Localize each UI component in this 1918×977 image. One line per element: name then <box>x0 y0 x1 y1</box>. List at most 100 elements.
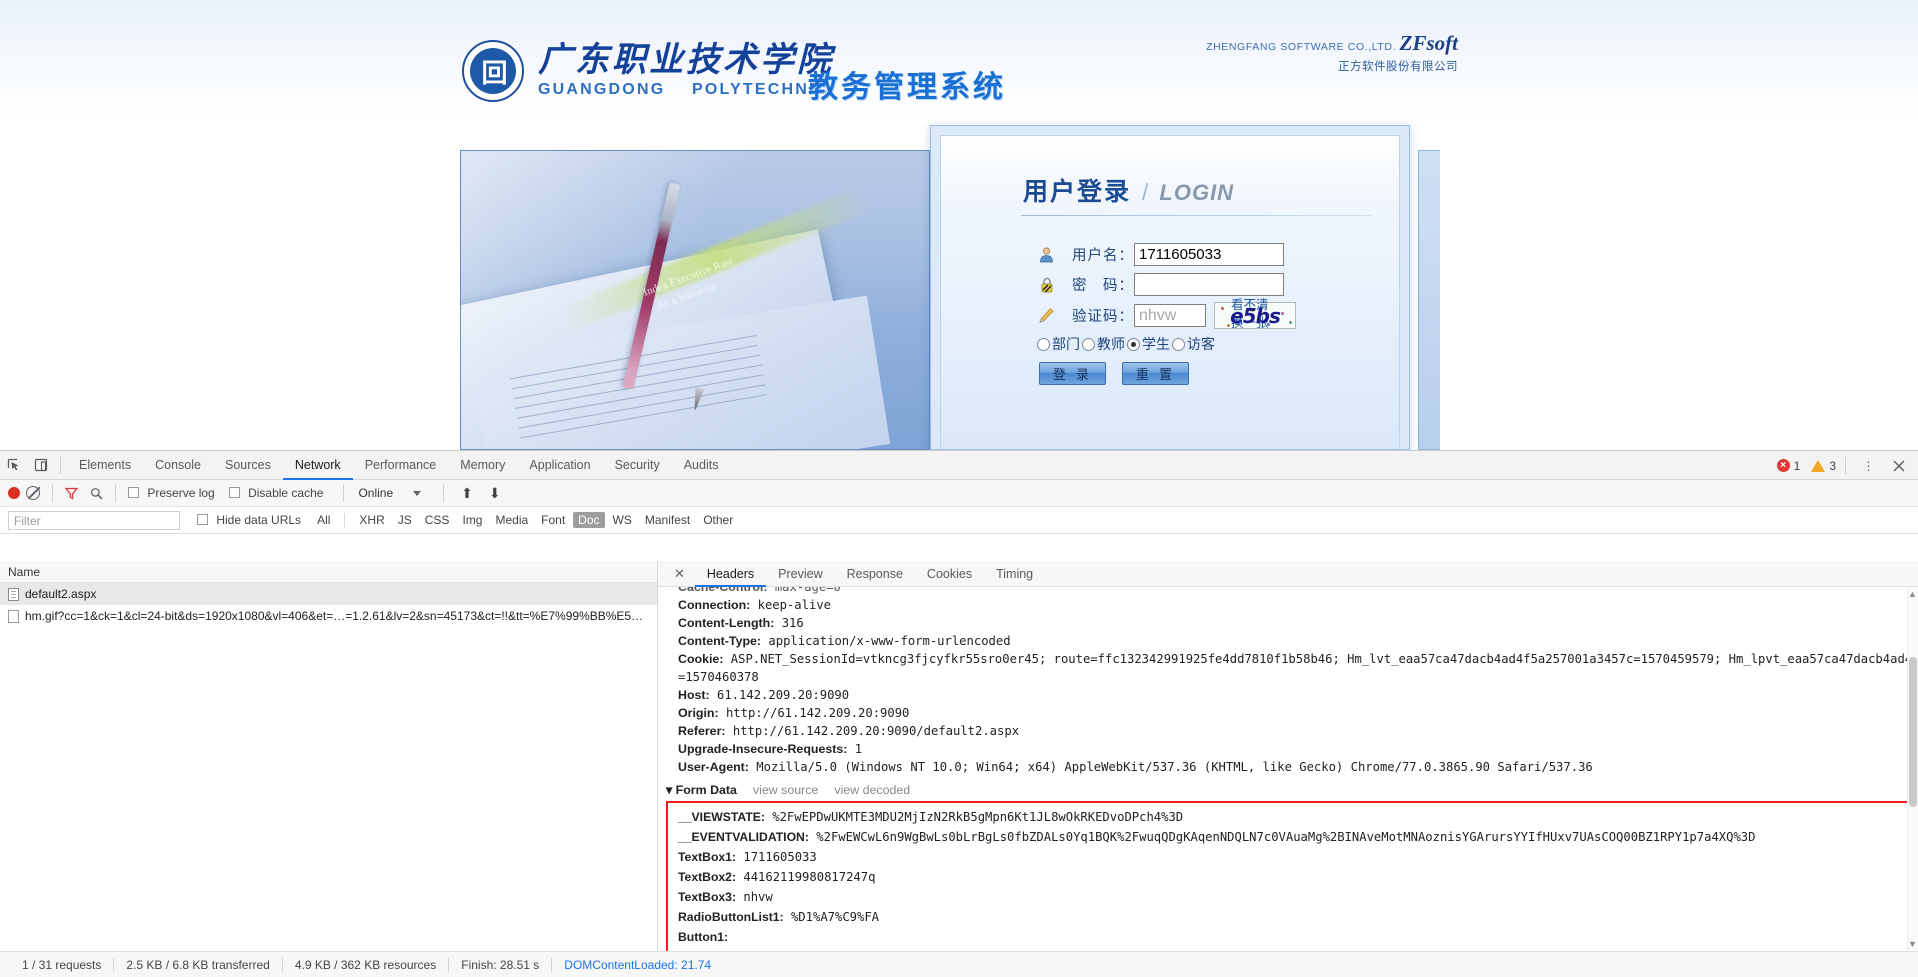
captcha-input[interactable]: nhvw <box>1134 304 1206 327</box>
detail-tab-headers[interactable]: Headers <box>694 561 767 587</box>
scroll-up-icon[interactable]: ▲ <box>1908 589 1917 599</box>
view-decoded-link[interactable]: view decoded <box>834 783 910 797</box>
error-count-badge[interactable]: × 1 <box>1776 459 1800 473</box>
tab-elements[interactable]: Elements <box>67 451 143 480</box>
header-line: Content-Length: 316 <box>658 614 1918 632</box>
clear-network-log-icon[interactable] <box>26 486 40 500</box>
table-row[interactable]: default2.aspx <box>0 583 657 605</box>
network-filter-bar: Filter Hide data URLs All XHR JS CSS Img… <box>0 507 1918 534</box>
network-status-bar: 1 / 31 requests 2.5 KB / 6.8 KB transfer… <box>0 951 1918 977</box>
chevron-down-icon[interactable] <box>413 490 422 496</box>
form-data-key: TextBox3: <box>678 890 737 904</box>
header-line: Upgrade-Insecure-Requests: 1 <box>658 740 1918 758</box>
view-source-link[interactable]: view source <box>753 783 818 797</box>
password-input[interactable] <box>1134 273 1284 296</box>
captcha-image[interactable]: e5bs <box>1214 302 1296 329</box>
tab-memory[interactable]: Memory <box>448 451 517 480</box>
scrollbar-thumb[interactable] <box>1909 657 1917 807</box>
error-icon: × <box>1776 459 1790 472</box>
vendor-company-cn: 正方软件股份有限公司 <box>1338 59 1458 74</box>
filter-type-doc[interactable]: Doc <box>573 512 605 528</box>
vendor-company-en-row: ZHENGFANG SOFTWARE CO.,LTD. ZFsoft <box>1206 28 1458 58</box>
filter-divider <box>344 512 346 528</box>
export-har-icon[interactable]: ⬇ <box>484 485 506 502</box>
inspect-element-icon[interactable] <box>0 452 27 479</box>
detail-tab-cookies[interactable]: Cookies <box>915 561 984 587</box>
role-option-department[interactable]: 部门 <box>1037 334 1080 354</box>
request-name: hm.gif?cc=1&ck=1&cl=24-bit&ds=1920x1080&… <box>25 609 644 623</box>
search-icon[interactable] <box>90 487 103 500</box>
detail-tab-response[interactable]: Response <box>835 561 915 587</box>
filter-type-media[interactable]: Media <box>490 512 533 528</box>
school-logo: 回 广东职业技术学院 GUANGDONG POLYTECHNIC <box>462 40 834 102</box>
filter-icon[interactable] <box>64 487 79 500</box>
close-devtools-icon[interactable] <box>1885 452 1912 479</box>
role-label-teacher: 教师 <box>1097 337 1125 353</box>
radio-department-icon[interactable] <box>1037 337 1050 351</box>
scroll-down-icon[interactable]: ▼ <box>1908 939 1917 949</box>
record-button[interactable] <box>8 487 20 499</box>
radio-student-icon[interactable] <box>1127 337 1140 351</box>
header-name: Upgrade-Insecure-Requests: <box>678 742 848 756</box>
preserve-log-option[interactable]: Preserve log <box>128 486 215 500</box>
tab-sources[interactable]: Sources <box>213 451 283 480</box>
filter-type-img[interactable]: Img <box>457 512 487 528</box>
disable-cache-checkbox[interactable] <box>228 487 240 498</box>
filter-type-font[interactable]: Font <box>536 512 570 528</box>
login-button-row: 登 录 重 置 <box>1039 362 1189 385</box>
toggle-device-toolbar-icon[interactable] <box>27 452 54 479</box>
hide-data-urls-option[interactable]: Hide data URLs <box>197 513 301 527</box>
detail-scrollbar[interactable]: ▲ ▼ <box>1907 587 1918 951</box>
import-har-icon[interactable]: ⬆ <box>456 485 478 502</box>
login-button[interactable]: 登 录 <box>1039 362 1106 385</box>
header-value: http://61.142.209.20:9090 <box>725 706 910 720</box>
form-data-key: TextBox1: <box>678 850 737 864</box>
form-data-section-header[interactable]: ▾ Form Data view source view decoded <box>658 776 1918 801</box>
status-finish: Finish: 28.51 s <box>461 957 540 972</box>
detail-tab-preview[interactable]: Preview <box>766 561 834 587</box>
throttling-select[interactable]: Online <box>358 486 393 500</box>
tab-application[interactable]: Application <box>517 451 602 480</box>
filter-type-css[interactable]: CSS <box>420 512 455 528</box>
header-value: application/x-www-form-urlencoded <box>768 634 1011 648</box>
filter-type-other[interactable]: Other <box>698 512 738 528</box>
lock-icon <box>1037 275 1056 294</box>
role-option-student[interactable]: 学生 <box>1127 334 1170 354</box>
table-row[interactable]: hm.gif?cc=1&ck=1&cl=24-bit&ds=1920x1080&… <box>0 605 657 627</box>
radio-teacher-icon[interactable] <box>1082 337 1095 351</box>
tab-performance[interactable]: Performance <box>353 451 449 480</box>
header-value: keep-alive <box>757 598 831 612</box>
tab-console[interactable]: Console <box>143 451 213 480</box>
close-detail-icon[interactable]: ✕ <box>664 566 695 582</box>
filter-input[interactable]: Filter <box>8 510 180 530</box>
radio-guest-icon[interactable] <box>1172 337 1185 351</box>
header-line-continuation: =1570460378 <box>658 668 1918 686</box>
request-list-column-header: Name <box>0 561 657 583</box>
school-name-en-1: GUANGDONG <box>538 80 666 98</box>
toolbar-divider-3 <box>343 484 345 502</box>
filter-type-xhr[interactable]: XHR <box>354 512 389 528</box>
user-icon <box>1037 245 1056 264</box>
crest-glyph: 回 <box>481 58 507 89</box>
username-input[interactable]: 1711605033 <box>1134 243 1284 266</box>
form-data-value: 1711605033 <box>743 850 817 864</box>
filter-type-manifest[interactable]: Manifest <box>640 512 695 528</box>
filter-type-ws[interactable]: WS <box>608 512 637 528</box>
role-option-teacher[interactable]: 教师 <box>1082 334 1125 354</box>
disable-cache-option[interactable]: Disable cache <box>228 486 323 500</box>
filter-type-all[interactable]: All <box>312 512 335 528</box>
role-option-guest[interactable]: 访客 <box>1172 334 1215 354</box>
form-data-highlight-box: __VIEWSTATE: %2FwEPDwUKMTE3MDU2MjIzN2RkB… <box>666 801 1910 951</box>
preserve-log-checkbox[interactable] <box>128 487 139 498</box>
tab-audits[interactable]: Audits <box>672 451 731 480</box>
more-options-icon[interactable]: ⋮ <box>1855 452 1882 479</box>
reset-button[interactable]: 重 置 <box>1122 362 1189 385</box>
headers-scroll-area[interactable]: Cache-Control: max-age=0 Connection: kee… <box>658 587 1918 951</box>
tab-network[interactable]: Network <box>282 451 353 480</box>
detail-tab-timing[interactable]: Timing <box>984 561 1045 587</box>
warning-count-badge[interactable]: 3 <box>1811 459 1836 473</box>
hide-data-urls-checkbox[interactable] <box>197 514 208 525</box>
tab-security[interactable]: Security <box>603 451 672 480</box>
toolbar-divider-2 <box>115 484 116 502</box>
filter-type-js[interactable]: JS <box>393 512 417 528</box>
